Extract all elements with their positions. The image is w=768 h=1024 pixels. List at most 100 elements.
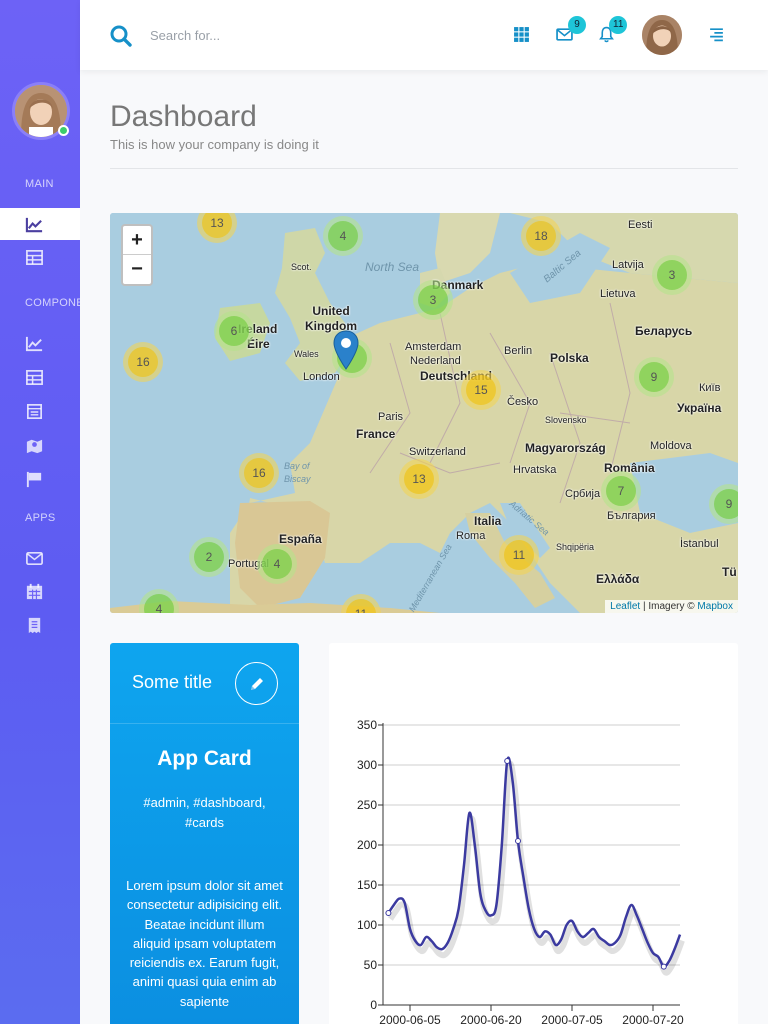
line-chart: 0 50 100 150 200 250 300 350 2000-06-05 2000-06-2… [357, 718, 685, 1024]
pencil-icon [250, 677, 263, 690]
y-tick-label: 350 [357, 718, 377, 732]
app-card: Some title App Card #admin, #dashboard, … [110, 643, 299, 1024]
sidebar-item-dashboard[interactable] [0, 208, 80, 240]
map-label: Україна [677, 401, 722, 415]
map-label: España [279, 532, 322, 546]
map-cluster-marker[interactable]: 3 [652, 255, 692, 295]
line-chart-card: 0 50 100 150 200 250 300 350 2000-06-05 2000-06-2… [329, 643, 738, 1024]
sidebar-item-forms[interactable] [0, 395, 80, 427]
edit-button[interactable] [235, 662, 278, 705]
map-label: London [303, 371, 340, 383]
map-label: Amsterdam [405, 341, 462, 353]
map-cluster-marker[interactable]: 4 [323, 216, 363, 256]
map-zoom-control: + − [121, 224, 153, 286]
map-cluster-marker[interactable]: 16 [239, 453, 279, 493]
map-label: Nederland [410, 355, 461, 367]
map-cluster-marker[interactable]: 9 [634, 357, 674, 397]
map-label: Ελλάδα [596, 572, 640, 586]
form-icon [26, 403, 43, 419]
y-tick-label: 300 [357, 758, 377, 772]
heading-divider [110, 168, 738, 169]
online-status-dot [58, 125, 69, 136]
attribution-text: | Imagery © [642, 601, 695, 612]
map-label: Magyarország [525, 441, 606, 455]
map-label: България [607, 510, 656, 522]
map-cluster-marker[interactable]: 2 [189, 537, 229, 577]
map-cluster-marker[interactable]: 15 [461, 370, 501, 410]
y-tick-label: 0 [370, 998, 377, 1012]
map-label: İstanbul [680, 538, 719, 550]
sidebar-item-mail[interactable] [0, 542, 80, 574]
europe-map[interactable]: + − Eesti Latvija Lietuva Danmark North … [110, 213, 738, 613]
map-label: Беларусь [635, 324, 693, 338]
map-cluster-marker[interactable]: 13 [399, 459, 439, 499]
map-cluster-marker[interactable]: 6 [214, 311, 254, 351]
sidebar-item-tables[interactable] [0, 241, 80, 273]
mail-count-badge: 9 [568, 16, 586, 34]
page-subtitle: This is how your company is doing it [110, 137, 319, 152]
sidebar: MAIN COMPONENTS APPS [0, 0, 80, 1024]
leaflet-link[interactable]: Leaflet [610, 601, 640, 612]
sidebar-item-grid[interactable] [0, 361, 80, 393]
apps-grid-icon[interactable] [513, 26, 530, 43]
table-icon [26, 249, 43, 265]
card-header-title: Some title [132, 672, 213, 692]
zoom-in-button[interactable]: + [123, 226, 151, 255]
map-label: Latvija [612, 259, 644, 271]
sidebar-item-invoice[interactable] [0, 609, 80, 641]
table-icon [26, 369, 43, 385]
map-label: Eesti [628, 219, 653, 231]
chart-line-icon [25, 217, 43, 232]
map-cluster-marker[interactable]: 3 [413, 280, 453, 320]
flag-icon [26, 471, 42, 487]
sidebar-item-maps[interactable] [0, 429, 80, 461]
y-tick-label: 250 [357, 798, 377, 812]
menu-icon[interactable] [708, 26, 725, 43]
mapbox-link[interactable]: Mapbox [697, 601, 733, 612]
notification-count-badge: 11 [609, 16, 628, 34]
map-label: Tü [722, 565, 737, 579]
sidebar-section-apps: APPS [25, 512, 56, 524]
card-title: App Card [157, 747, 252, 770]
x-tick-label: 2000-07-20 [622, 1013, 684, 1024]
sidebar-section-main: MAIN [25, 178, 54, 190]
user-avatar[interactable] [642, 15, 682, 55]
map-cluster-marker[interactable]: 7 [601, 471, 641, 511]
map-label: Lietuva [600, 288, 636, 300]
map-cluster-marker[interactable]: 16 [123, 342, 163, 382]
map-label: Moldova [650, 440, 692, 452]
page-title: Dashboard [110, 100, 257, 133]
y-tick-label: 150 [357, 878, 377, 892]
sidebar-section-components: COMPONENTS [25, 297, 80, 309]
search-icon[interactable] [109, 24, 133, 48]
map-label: France [356, 427, 396, 441]
data-point [515, 838, 521, 844]
map-label: Scot. [291, 262, 312, 272]
map-cluster-marker[interactable]: 11 [499, 535, 539, 575]
data-point [385, 910, 392, 916]
card-header: Some title [110, 643, 299, 724]
map-cluster-marker[interactable]: 4 [257, 544, 297, 584]
map-pin-icon[interactable] [333, 330, 359, 370]
zoom-out-button[interactable]: − [123, 255, 151, 284]
map-label: Shqipëria [556, 542, 595, 552]
chart-line-icon [25, 336, 43, 351]
map-label: Česko [507, 396, 539, 408]
map-cluster-marker[interactable]: 18 [521, 216, 561, 256]
map-label: Polska [550, 351, 589, 365]
y-tick-label: 100 [357, 918, 377, 932]
map-label: Switzerland [409, 446, 466, 458]
card-body-text: Lorem ipsum dolor sit amet consectetur a… [126, 878, 283, 1009]
series-line-shadow [387, 760, 685, 976]
calendar-icon [26, 583, 43, 599]
sidebar-item-calendar[interactable] [0, 575, 80, 607]
sidebar-item-flag[interactable] [0, 463, 80, 495]
card-tags: #admin, #dashboard, #cards [143, 795, 266, 830]
x-tick-label: 2000-07-05 [541, 1013, 603, 1024]
data-point [660, 963, 667, 970]
sidebar-item-charts[interactable] [0, 327, 80, 359]
y-tick-label: 50 [364, 958, 378, 972]
receipt-icon [28, 617, 41, 633]
map-label: North Sea [365, 260, 420, 274]
search-input[interactable] [150, 24, 350, 46]
